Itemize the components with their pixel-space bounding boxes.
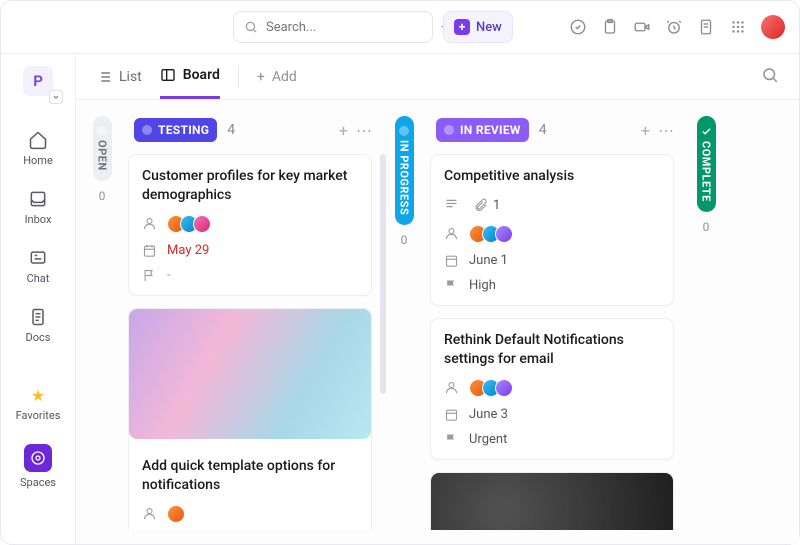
- list-icon: [96, 69, 112, 85]
- view-label: Board: [183, 67, 220, 83]
- view-list[interactable]: List: [96, 54, 142, 99]
- nav-docs[interactable]: Docs: [1, 299, 75, 352]
- calendar-icon: [444, 407, 459, 422]
- notepad-icon[interactable]: [697, 18, 715, 36]
- nav-label: Spaces: [20, 476, 56, 489]
- card-title: Customer profiles for key market demogra…: [142, 167, 358, 205]
- status-in-progress-label: IN PROGRESS: [395, 116, 414, 225]
- nav-label: Inbox: [25, 213, 52, 226]
- add-task-icon[interactable]: +: [641, 121, 650, 140]
- search-input[interactable]: [266, 20, 432, 35]
- column-testing: TESTING 4 + ⋯ Customer profiles for key …: [128, 114, 378, 530]
- nav-home[interactable]: Home: [1, 122, 75, 175]
- column-count: 4: [227, 122, 235, 138]
- view-add[interactable]: + Add: [257, 54, 297, 99]
- nav-favorites[interactable]: ★ Favorites: [1, 378, 75, 430]
- assignee-avatars[interactable]: [469, 225, 513, 243]
- nav-spaces[interactable]: Spaces: [1, 436, 75, 497]
- flag-icon: [444, 432, 459, 447]
- column-count: 0: [703, 220, 710, 234]
- chat-icon: [28, 248, 48, 268]
- new-button-label: New: [476, 20, 502, 35]
- workspace-letter: P: [33, 72, 43, 90]
- column-more-icon[interactable]: ⋯: [658, 121, 674, 140]
- scrollbar[interactable]: [380, 154, 386, 394]
- column-in-progress-collapsed[interactable]: IN PROGRESS 0: [392, 114, 416, 530]
- new-button[interactable]: + New: [443, 11, 513, 43]
- flag-icon: [142, 268, 157, 283]
- card-cover-image: [431, 473, 673, 530]
- column-more-icon[interactable]: ⋯: [356, 121, 372, 140]
- nav-inbox[interactable]: Inbox: [1, 181, 75, 234]
- user-avatar[interactable]: [761, 15, 785, 39]
- assignee-icon: [142, 216, 157, 231]
- star-icon: ★: [31, 386, 45, 405]
- status-testing-label[interactable]: TESTING: [134, 118, 217, 142]
- inbox-icon: [28, 189, 48, 209]
- view-label: Add: [272, 69, 297, 85]
- status-complete-label: COMPLETE: [697, 116, 716, 212]
- column-complete-collapsed[interactable]: COMPLETE 0: [694, 114, 718, 530]
- nav-label: Home: [23, 154, 53, 167]
- docs-icon: [28, 307, 48, 327]
- chevron-down-icon: [49, 90, 63, 104]
- status-in-review-label[interactable]: IN REVIEW: [436, 118, 529, 142]
- card-title: Add quick template options for notificat…: [142, 457, 358, 495]
- reminder-icon[interactable]: [665, 18, 683, 36]
- priority-value: Urgent: [469, 432, 507, 447]
- apps-grid-icon[interactable]: [729, 18, 747, 36]
- due-date: June 3: [469, 407, 508, 422]
- status-open-label: OPEN: [93, 116, 112, 181]
- task-card[interactable]: Customer profiles for key market demogra…: [128, 154, 372, 296]
- attachment-icon: [473, 198, 488, 213]
- task-card[interactable]: [430, 472, 674, 530]
- task-tray-icon[interactable]: [569, 18, 587, 36]
- clipboard-icon[interactable]: [601, 18, 619, 36]
- assignee-icon: [444, 380, 459, 395]
- workspace-switcher[interactable]: P: [23, 66, 53, 96]
- add-task-icon[interactable]: +: [339, 121, 348, 140]
- assignee-avatars[interactable]: [167, 505, 185, 523]
- calendar-icon: [142, 243, 157, 258]
- card-title: Competitive analysis: [444, 167, 660, 186]
- nav-label: Favorites: [16, 409, 61, 422]
- assignee-avatars[interactable]: [469, 379, 513, 397]
- description-icon: [444, 196, 459, 215]
- plus-icon: +: [454, 19, 470, 35]
- task-card[interactable]: Add quick template options for notificat…: [128, 308, 372, 530]
- plus-icon: +: [257, 69, 265, 85]
- card-title: Rethink Default Notifications settings f…: [444, 331, 660, 369]
- board-search-icon[interactable]: [761, 66, 779, 88]
- view-label: List: [119, 69, 142, 85]
- spaces-icon: [24, 444, 52, 472]
- nav-chat[interactable]: Chat: [1, 240, 75, 293]
- due-date: May 29: [167, 243, 209, 258]
- record-icon[interactable]: [633, 18, 651, 36]
- board-icon: [160, 67, 176, 83]
- view-board[interactable]: Board: [160, 54, 220, 99]
- priority-value: -: [167, 268, 171, 283]
- column-in-review: IN REVIEW 4 + ⋯ Competitive analysis: [430, 114, 680, 530]
- flag-icon: [444, 278, 459, 293]
- assignee-icon: [444, 226, 459, 241]
- calendar-icon: [444, 253, 459, 268]
- global-search[interactable]: ✦: [233, 11, 433, 43]
- assignee-avatars[interactable]: [167, 215, 211, 233]
- column-count: 0: [401, 233, 408, 247]
- search-icon: [244, 20, 258, 34]
- home-icon: [28, 130, 48, 150]
- assignee-icon: [142, 506, 157, 521]
- task-card[interactable]: Rethink Default Notifications settings f…: [430, 318, 674, 460]
- due-date: June 1: [469, 253, 508, 268]
- attachment-count: 1: [493, 198, 500, 213]
- column-count: 0: [99, 189, 106, 203]
- task-card[interactable]: Competitive analysis 1: [430, 154, 674, 306]
- priority-value: High: [469, 278, 496, 293]
- column-open-collapsed[interactable]: OPEN 0: [90, 114, 114, 530]
- nav-label: Chat: [27, 272, 50, 285]
- nav-label: Docs: [26, 331, 51, 344]
- card-cover-image: [129, 309, 371, 439]
- column-count: 4: [539, 122, 547, 138]
